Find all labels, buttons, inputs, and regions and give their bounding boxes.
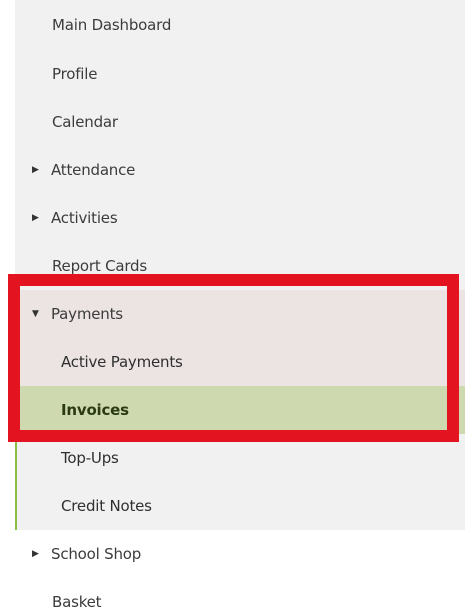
sidebar-subitem-invoices[interactable]: Invoices bbox=[17, 386, 465, 434]
sidebar-item-main-dashboard[interactable]: Main Dashboard bbox=[15, 0, 465, 50]
sidebar-subitem-top-ups[interactable]: Top-Ups bbox=[17, 434, 465, 482]
sidebar-nav: Main Dashboard Profile Calendar ▶ Attend… bbox=[15, 0, 465, 607]
sidebar-item-profile[interactable]: Profile bbox=[15, 50, 465, 98]
sidebar-item-payments[interactable]: ▼ Payments bbox=[15, 290, 465, 338]
sidebar-item-label: Credit Notes bbox=[61, 497, 152, 515]
payments-submenu-group: Active Payments Invoices Top-Ups Credit … bbox=[15, 338, 465, 530]
sidebar-item-report-cards[interactable]: Report Cards bbox=[15, 242, 465, 290]
sidebar-subitem-active-payments[interactable]: Active Payments bbox=[17, 338, 465, 386]
sidebar-item-school-shop[interactable]: ▶ School Shop bbox=[15, 530, 465, 578]
caret-right-icon: ▶ bbox=[32, 164, 39, 175]
sidebar-item-label: Invoices bbox=[61, 401, 129, 419]
sidebar-item-calendar[interactable]: Calendar bbox=[15, 98, 465, 146]
caret-right-icon: ▶ bbox=[32, 548, 39, 559]
sidebar-item-activities[interactable]: ▶ Activities bbox=[15, 194, 465, 242]
sidebar-item-label: School Shop bbox=[51, 545, 142, 563]
sidebar-menu: Main Dashboard Profile Calendar ▶ Attend… bbox=[15, 0, 465, 607]
caret-down-icon: ▼ bbox=[32, 308, 39, 319]
payments-submenu: Active Payments Invoices Top-Ups Credit … bbox=[15, 338, 465, 530]
sidebar-item-label: Active Payments bbox=[61, 353, 183, 371]
sidebar-item-label: Activities bbox=[51, 209, 118, 227]
sidebar-item-attendance[interactable]: ▶ Attendance bbox=[15, 146, 465, 194]
caret-right-icon: ▶ bbox=[32, 212, 39, 223]
sidebar-item-label: Profile bbox=[52, 65, 98, 83]
sidebar-item-label: Main Dashboard bbox=[52, 16, 172, 34]
sidebar-item-label: Report Cards bbox=[52, 257, 147, 275]
sidebar-item-basket[interactable]: Basket bbox=[15, 578, 465, 607]
sidebar-item-label: Attendance bbox=[51, 161, 136, 179]
sidebar-item-label: Calendar bbox=[52, 113, 118, 131]
sidebar-item-label: Payments bbox=[51, 305, 123, 323]
sidebar-item-label: Basket bbox=[52, 593, 102, 607]
sidebar-item-label: Top-Ups bbox=[61, 449, 119, 467]
sidebar-subitem-credit-notes[interactable]: Credit Notes bbox=[17, 482, 465, 530]
